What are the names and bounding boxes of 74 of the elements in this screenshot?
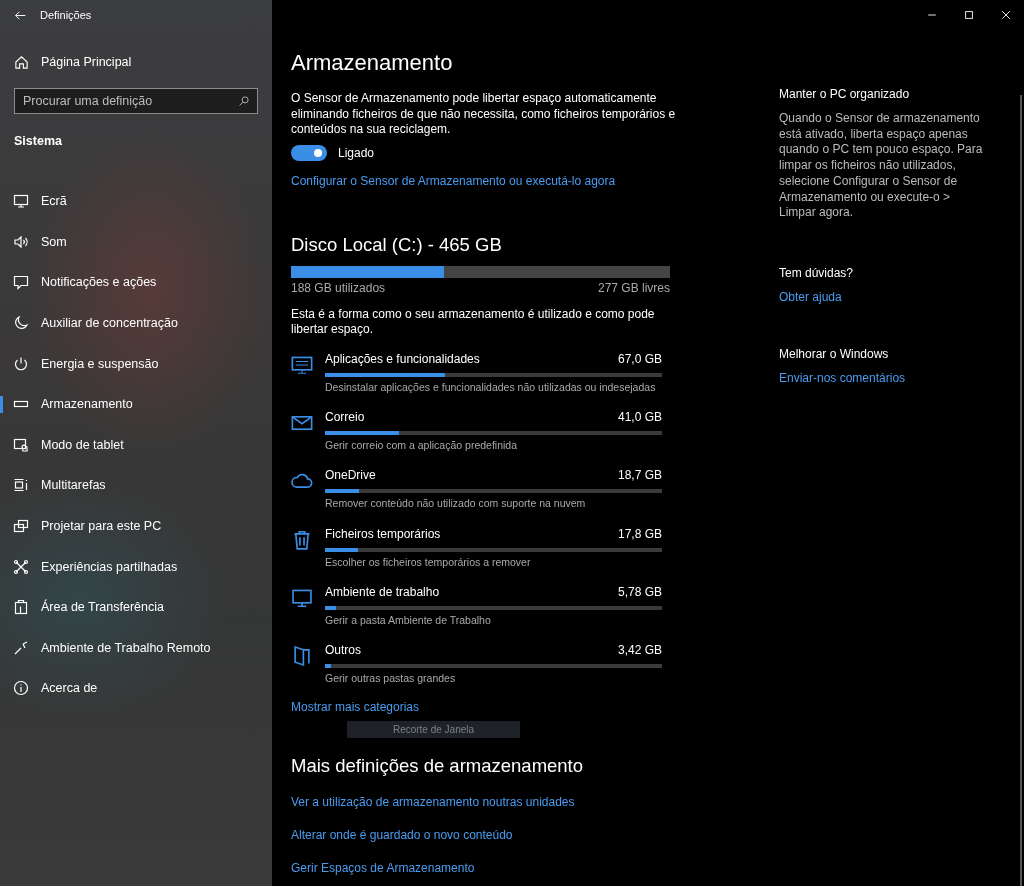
more-categories-link[interactable]: Mostrar mais categorias xyxy=(291,699,742,716)
category-name[interactable]: OneDrive xyxy=(325,468,376,484)
nav-item[interactable]: Notificações e ações xyxy=(0,262,272,303)
home-icon xyxy=(14,54,29,70)
nav-item[interactable]: Auxiliar de concentração xyxy=(0,302,272,344)
nav-item[interactable]: Área de Transferência xyxy=(0,586,272,628)
moon-icon xyxy=(13,315,29,332)
nav-item[interactable]: Energia e suspensão xyxy=(0,343,272,384)
category-size: 18,7 GB xyxy=(617,468,662,484)
category-hint: Gerir outras pastas grandes xyxy=(325,672,457,685)
configure-link[interactable]: Configurar o Sensor de Armazenamento ou executá-lo agora xyxy=(291,173,742,190)
category-size: 17,8 GB xyxy=(617,526,662,542)
shared-icon xyxy=(13,558,29,575)
category-size: 5,78 GB xyxy=(617,585,662,601)
category-size: 41,0 GB xyxy=(617,409,662,425)
settings-link[interactable]: Ver a utilização de armazenamento noutras unidades xyxy=(291,794,742,811)
description-text: O Sensor de Armazenamento pode libertar espaço automaticamente eliminando ficheiros de que não necessita, como ficheiros temporários e conteúdos na sua reciclagem. xyxy=(291,91,676,138)
nav-item[interactable]: Modo de tablet xyxy=(0,424,272,466)
help-text: Quando o Sensor de armazenamento está ativado, liberta espaço apenas quando o PC tem pouco espaço. Para limpar os ficheiros não utilizados, selecione Configurar o Sensor de Armazenamento ou execute-o > Limpar agora. xyxy=(779,111,984,221)
tablet-icon xyxy=(13,436,29,453)
nav-item[interactable]: Som xyxy=(0,221,272,263)
category-name[interactable]: Ficheiros temporários xyxy=(325,526,441,542)
nav-item[interactable]: Ecrã xyxy=(0,181,272,222)
section-heading: Sistema xyxy=(13,134,63,150)
page-title: Armazenamento xyxy=(291,49,454,77)
category-hint: Gerir a pasta Ambiente de Trabalho xyxy=(325,614,492,627)
nav-item[interactable]: Armazenamento xyxy=(0,383,272,425)
scroll-bar[interactable] xyxy=(1020,95,1022,886)
monitor-icon xyxy=(291,587,313,610)
disk-title: Disco Local (C:) - 465 GB xyxy=(291,232,503,257)
trash-icon xyxy=(291,528,313,551)
usage-note: Esta é a forma como o seu armazenamento é utilizado e como pode libertar espaço. xyxy=(291,306,656,338)
category-hint: Gerir correio com a aplicação predefinida xyxy=(325,438,518,451)
nav-item[interactable]: Projetar para este PC xyxy=(0,505,272,547)
category-hint: Remover conteúdo não utilizado com suporte na nuvem xyxy=(325,497,587,510)
settings-link[interactable]: Gerir Espaços de Armazenamento xyxy=(291,860,742,877)
category-name[interactable]: Ambiente de trabalho xyxy=(325,585,440,601)
monitor-icon xyxy=(13,193,29,210)
nav-item[interactable]: Experiências partilhadas xyxy=(0,546,272,587)
tooltip: Recorte de Janela xyxy=(347,720,520,738)
category-size: 67,0 GB xyxy=(617,351,662,367)
help-link[interactable]: Enviar-nos comentários xyxy=(779,370,1024,387)
related-heading: Tem dúvidas? xyxy=(779,265,855,282)
search-field[interactable]: Procurar uma definição xyxy=(14,88,258,114)
door-icon xyxy=(291,645,313,668)
category-size: 3,42 GB xyxy=(617,643,662,659)
power-icon xyxy=(13,355,29,372)
message-icon xyxy=(13,274,29,291)
multitask-icon xyxy=(13,477,29,494)
category-name[interactable]: Outros xyxy=(325,643,361,659)
section-heading: Mais definições de armazenamento xyxy=(291,753,585,778)
toggle-label: Ligado xyxy=(338,145,375,160)
related-heading: Melhorar o Windows xyxy=(779,346,890,363)
close-icon xyxy=(999,9,1012,21)
nav-item[interactable]: Acerca de xyxy=(0,668,272,709)
related-heading: Manter o PC organizado xyxy=(779,87,911,103)
toggle-switch[interactable] xyxy=(291,144,327,161)
settings-link[interactable]: Alterar onde é guardado o novo conteúdo xyxy=(291,827,742,844)
speaker-icon xyxy=(13,233,29,250)
category-name[interactable]: Aplicações e funcionalidades xyxy=(325,351,480,367)
help-link[interactable]: Obter ajuda xyxy=(779,289,1024,306)
category-name[interactable]: Correio xyxy=(325,409,365,425)
category-hint: Escolher os ficheiros temporários a remover xyxy=(325,555,532,568)
search-icon xyxy=(238,95,250,107)
info-icon xyxy=(13,680,29,697)
category-hint: Desinstalar aplicações e funcionalidades não utilizadas ou indesejadas xyxy=(325,380,657,393)
maximize-icon xyxy=(962,9,975,21)
clipboard-icon xyxy=(13,599,29,616)
used-label: 188 GB utilizados xyxy=(291,280,386,296)
nav-item[interactable]: Multitarefas xyxy=(0,465,272,506)
window-title: Definições xyxy=(40,9,92,21)
free-label: 277 GB livres xyxy=(597,280,670,296)
home-item[interactable]: Página Principal xyxy=(0,51,272,73)
nav-item[interactable]: Ambiente de Trabalho Remoto xyxy=(0,627,272,669)
